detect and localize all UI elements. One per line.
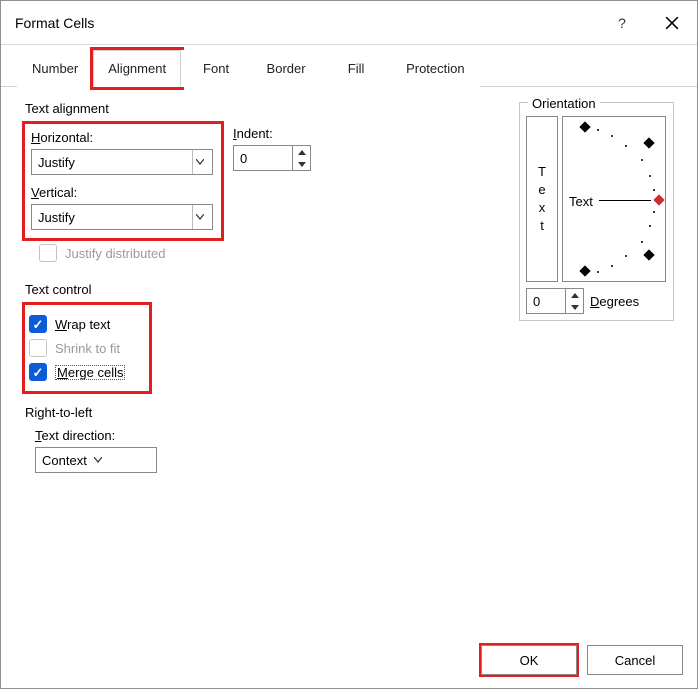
dialog-footer: OK Cancel [1,632,697,688]
titlebar: Format Cells ? [1,1,697,45]
cancel-button[interactable]: Cancel [587,645,683,675]
chevron-down-icon [192,205,206,229]
orientation-dial[interactable]: Text [562,116,666,282]
tab-alignment[interactable]: Alignment [93,50,181,87]
tab-font[interactable]: Font [181,50,251,87]
tab-bar: Number Alignment Font Border Fill Protec… [1,49,697,87]
orientation-vertical-button[interactable]: T e x t [526,116,558,282]
checkbox-icon [29,339,47,357]
checkbox-icon [29,363,47,381]
orientation-group: Orientation T e x t Text [519,102,674,321]
tab-border[interactable]: Border [251,50,321,87]
text-direction-select[interactable]: Context [35,447,157,473]
degrees-label: Degrees [590,294,639,309]
alignment-highlight-group: Horizontal: Justify Vertical: Justify [25,124,221,238]
vertical-select[interactable]: Justify [31,204,213,230]
indent-label: Indent: [233,126,311,141]
text-control-highlight-group: Wrap text Shrink to fit Merge cells [25,305,149,391]
tab-fill[interactable]: Fill [321,50,391,87]
merge-cells-checkbox[interactable]: Merge cells [29,363,143,381]
tab-number[interactable]: Number [17,50,93,87]
rtl-heading: Right-to-left [25,405,499,420]
chevron-down-icon [91,448,105,472]
indent-spinner[interactable]: 0 [233,145,311,171]
text-alignment-heading: Text alignment [25,101,499,116]
horizontal-label: Horizontal: [31,130,215,145]
tab-protection[interactable]: Protection [391,50,480,87]
spin-down-icon[interactable] [293,158,310,170]
wrap-text-checkbox[interactable]: Wrap text [29,315,143,333]
orientation-heading: Orientation [528,96,600,111]
close-button[interactable] [647,2,697,44]
shrink-to-fit-checkbox: Shrink to fit [29,339,143,357]
help-button[interactable]: ? [597,2,647,44]
spin-up-icon[interactable] [566,289,583,301]
format-cells-dialog: Format Cells ? Number Alignment Font Bor… [0,0,698,689]
spin-up-icon[interactable] [293,146,310,158]
spin-down-icon[interactable] [566,301,583,313]
degrees-spinner[interactable]: 0 [526,288,584,314]
justify-distributed-checkbox: Justify distributed [39,244,499,262]
chevron-down-icon [192,150,206,174]
checkbox-icon [39,244,57,262]
horizontal-select[interactable]: Justify [31,149,213,175]
dialog-title: Format Cells [15,15,94,31]
ok-button[interactable]: OK [481,645,577,675]
text-direction-label: Text direction: [35,428,499,443]
text-control-heading: Text control [25,282,499,297]
vertical-label: Vertical: [31,185,215,200]
checkbox-icon [29,315,47,333]
